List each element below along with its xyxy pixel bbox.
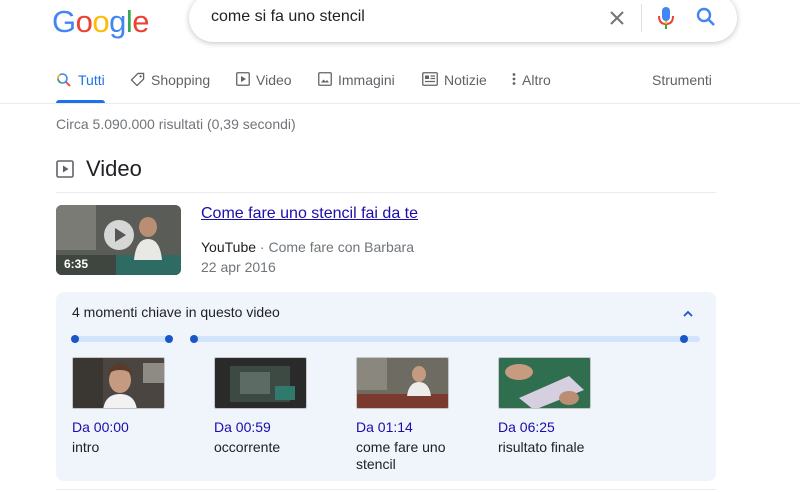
search-icon	[696, 7, 715, 26]
key-moments-title: 4 momenti chiave in questo video	[72, 304, 280, 320]
timeline-marker[interactable]	[71, 335, 79, 343]
logo-letter: o	[92, 4, 110, 39]
tab-tutti[interactable]: Tutti	[56, 70, 105, 103]
play-icon	[236, 72, 250, 86]
timeline-marker[interactable]	[165, 335, 173, 343]
tabs-divider	[0, 103, 800, 104]
key-moment-item[interactable]: Da 00:00 intro	[72, 357, 192, 456]
key-moment-thumbnail[interactable]	[356, 357, 449, 409]
video-channel: Come fare con Barbara	[268, 239, 414, 255]
tab-altro[interactable]: Altro	[512, 70, 551, 103]
tab-immagini[interactable]: Immagini	[318, 70, 395, 103]
chevron-up-icon	[683, 310, 693, 317]
close-icon	[610, 11, 624, 25]
tab-video[interactable]: Video	[236, 70, 292, 103]
search-divider	[641, 4, 642, 32]
section-divider	[56, 192, 716, 193]
tab-label: Tutti	[78, 72, 105, 88]
tab-label: Shopping	[151, 72, 211, 88]
clear-search-button[interactable]	[605, 6, 629, 30]
key-moment-item[interactable]: Da 01:14 come fare uno stencil	[356, 357, 476, 473]
search-icon	[57, 73, 71, 87]
mic-icon	[658, 7, 674, 29]
search-button[interactable]	[694, 5, 718, 29]
key-moment-time[interactable]: Da 00:59	[214, 419, 334, 435]
video-date: 22 apr 2016	[201, 259, 276, 275]
key-moment-label: occorrente	[214, 439, 281, 455]
play-button-overlay[interactable]	[104, 220, 134, 250]
video-thumbnail[interactable]: 6:35	[56, 205, 181, 275]
thumbnail-scene	[215, 358, 306, 408]
video-source-line: YouTube · Come fare con Barbara	[201, 239, 414, 255]
result-stats: Circa 5.090.000 risultati (0,39 secondi)	[56, 116, 296, 132]
search-tabs: Tutti Shopping Video Immagini Notizie Al…	[56, 70, 736, 103]
tab-label: Altro	[522, 72, 551, 88]
image-icon	[318, 72, 332, 86]
timeline-marker[interactable]	[680, 335, 688, 343]
key-moment-thumbnail[interactable]	[498, 357, 591, 409]
key-moment-time[interactable]: Da 01:14	[356, 419, 476, 435]
key-moment-time[interactable]: Da 00:00	[72, 419, 192, 435]
key-moment-item[interactable]: Da 06:25 risultato finale	[498, 357, 618, 456]
logo-letter: o	[75, 4, 93, 39]
key-moment-label: intro	[72, 439, 100, 455]
video-title-link[interactable]: Come fare uno stencil fai da te	[201, 205, 418, 223]
thumbnail-scene	[499, 358, 590, 408]
google-logo[interactable]: Google	[52, 4, 150, 39]
search-bar: come si fa uno stencil	[189, 0, 737, 42]
video-section-header: Video	[56, 154, 142, 184]
tab-label: Strumenti	[652, 72, 712, 88]
play-icon	[56, 160, 74, 178]
source-separator: ·	[259, 239, 265, 255]
logo-letter: e	[132, 4, 150, 39]
logo-letter: g	[109, 4, 126, 39]
collapse-button[interactable]	[680, 306, 696, 322]
thumbnail-scene	[357, 358, 448, 408]
voice-search-button[interactable]	[656, 5, 676, 31]
video-section-title: Video	[86, 156, 142, 181]
tab-notizie[interactable]: Notizie	[422, 70, 487, 103]
thumbnail-scene	[73, 358, 164, 408]
tab-shopping[interactable]: Shopping	[130, 70, 210, 103]
timeline-segment[interactable]	[192, 336, 700, 342]
key-moment-label: come fare uno stencil	[356, 439, 446, 472]
more-vert-icon	[512, 73, 516, 85]
key-moment-thumbnail[interactable]	[72, 357, 165, 409]
news-icon	[422, 72, 438, 86]
key-moment-label: risultato finale	[498, 439, 585, 455]
timeline-segment[interactable]	[72, 336, 172, 342]
tab-label: Notizie	[444, 72, 487, 88]
tag-icon	[130, 72, 145, 87]
tab-label: Immagini	[338, 72, 395, 88]
key-moment-item[interactable]: Da 00:59 occorrente	[214, 357, 334, 456]
video-source: YouTube	[201, 239, 257, 255]
video-duration: 6:35	[64, 257, 89, 271]
key-moments-panel: 4 momenti chiave in questo video Da 00:0…	[56, 292, 716, 481]
timeline-marker[interactable]	[190, 335, 198, 343]
section-bottom-divider	[56, 489, 716, 490]
key-moment-thumbnail[interactable]	[214, 357, 307, 409]
key-moment-time[interactable]: Da 06:25	[498, 419, 618, 435]
logo-letter: G	[52, 4, 76, 39]
tab-strumenti[interactable]: Strumenti	[652, 70, 712, 103]
tab-label: Video	[256, 72, 292, 88]
search-input[interactable]: come si fa uno stencil	[211, 8, 365, 26]
